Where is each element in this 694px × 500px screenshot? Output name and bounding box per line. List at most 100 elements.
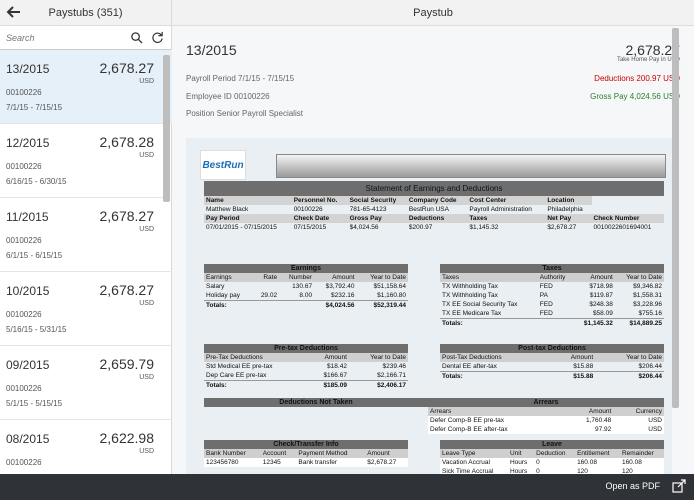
taxes-cell: TX Withholding Tax bbox=[442, 292, 498, 299]
taxes-cell: FED bbox=[539, 301, 553, 308]
item-employee-id: 00100226 bbox=[6, 458, 42, 467]
detail-body: 13/2015 2,678.27 Take Home Pay in USD Pa… bbox=[172, 26, 694, 474]
paystub-list-item[interactable]: 12/2015 2,678.28 USD 00100226 6/16/15 - 6/30… bbox=[0, 124, 172, 198]
statement-cell: Pay Period bbox=[204, 214, 292, 223]
item-amount: 2,659.79 bbox=[99, 356, 155, 372]
position: Position Senior Payroll Specialist bbox=[186, 109, 303, 118]
earnings-total-cell bbox=[279, 300, 315, 310]
earnings-total-cell: $52,319.44 bbox=[356, 300, 408, 310]
item-amount: 2,678.27 bbox=[99, 60, 155, 76]
employee-id: Employee ID 00100226 bbox=[186, 92, 270, 101]
item-period: 6/1/15 - 6/15/15 bbox=[6, 251, 63, 260]
earnings-cell: Salary bbox=[206, 283, 225, 290]
detail-title: Paystub bbox=[413, 6, 453, 19]
check-cell: Bank transfer bbox=[298, 459, 338, 466]
pretax-total-cell: $185.09 bbox=[308, 380, 349, 390]
paystub-list-item[interactable]: 10/2015 2,678.27 USD 00100226 5/16/15 - 5/31… bbox=[0, 272, 172, 346]
pretax-column-header: Amount bbox=[308, 353, 349, 362]
list-scrollbar[interactable] bbox=[163, 55, 170, 202]
statement-cell: 0010022601694001 bbox=[593, 224, 652, 231]
paystub-list: 13/2015 2,678.27 USD 00100226 7/1/15 - 7/15/… bbox=[0, 50, 172, 474]
arrears-column-header: Currency bbox=[613, 407, 664, 416]
statement-cell: 07/15/2015 bbox=[293, 224, 327, 231]
item-currency: USD bbox=[139, 374, 154, 381]
detail-scrollbar[interactable] bbox=[672, 28, 679, 408]
taxes-cell: PA bbox=[539, 292, 548, 299]
posttax-row: Dental EE after-tax $15.88 $206.44 bbox=[440, 362, 664, 372]
taxes-column-header: Authority bbox=[537, 273, 575, 282]
posttax-total-cell: Totals: bbox=[440, 371, 550, 381]
notaken-block: Deductions Not Taken bbox=[204, 398, 428, 407]
item-amount: 2,678.27 bbox=[99, 282, 155, 298]
statement-cell: 00100226 bbox=[293, 206, 323, 213]
take-home-label: Take Home Pay in USD bbox=[616, 57, 680, 63]
statement-cell: Location bbox=[545, 196, 592, 205]
item-currency: USD bbox=[139, 78, 154, 85]
earnings-cell: 29.02 bbox=[260, 292, 278, 299]
leave-row: Sick Time Accrual Hours 0 120 120 bbox=[440, 467, 664, 474]
statement-cell: $1,145.32 bbox=[469, 224, 499, 231]
earnings-cell: $1,160.80 bbox=[377, 292, 406, 299]
pretax-cell: Dep Care EE pre-tax bbox=[206, 372, 267, 379]
pretax-totals-row: Totals: $185.09 $2,406.17 bbox=[204, 380, 408, 390]
share-icon[interactable] bbox=[672, 479, 686, 493]
taxes-cell: $9,346.82 bbox=[633, 283, 662, 290]
leave-cell: Hours bbox=[509, 468, 528, 474]
check-column-header: Bank Number bbox=[204, 449, 261, 458]
taxes-cell: $718.98 bbox=[589, 283, 613, 290]
item-date: 11/2015 bbox=[6, 210, 49, 224]
paystub-list-item[interactable]: 09/2015 2,659.79 USD 00100226 5/1/15 - 5/15/… bbox=[0, 346, 172, 420]
pretax-cell: $239.46 bbox=[382, 363, 407, 370]
arrears-row: Defer Comp-B EE pre-tax 1,760.48 USD bbox=[428, 416, 664, 425]
payroll-period: Payroll Period 7/1/15 - 7/15/15 bbox=[186, 74, 295, 83]
open-as-pdf-button[interactable]: Open as PDF bbox=[605, 481, 660, 491]
list-title: Paystubs (351) bbox=[48, 6, 123, 19]
search-input[interactable] bbox=[6, 32, 124, 43]
leave-cell: Hours bbox=[509, 459, 528, 466]
leave-title: Leave bbox=[440, 440, 664, 449]
list-header: Paystubs (351) bbox=[0, 0, 171, 26]
taxes-cell: $58.09 bbox=[592, 310, 613, 317]
arrears-cell: 97.92 bbox=[594, 426, 612, 433]
posttax-block: Post-tax Deductions Post-Tax Deductions Am… bbox=[440, 344, 664, 381]
earnings-column-header: Earnings bbox=[204, 273, 253, 282]
statement-title: Statement of Earnings and Deductions bbox=[204, 181, 664, 196]
paystub-detail-panel: Paystub 13/2015 2,678.27 Take Home Pay i… bbox=[172, 0, 694, 500]
leave-column-header: Entitlement bbox=[575, 449, 620, 458]
check-column-header: Account bbox=[260, 449, 297, 458]
pretax-row: Std Medical EE pre-tax $18.42 $239.46 bbox=[204, 362, 408, 371]
leave-cell: 160.08 bbox=[621, 459, 642, 466]
statement-cell: $4,024.56 bbox=[349, 224, 379, 231]
arrears-row: Defer Comp-B EE after-tax 97.92 USD bbox=[428, 425, 664, 434]
gross-pay: Gross Pay 4,024.56 USD bbox=[590, 92, 680, 101]
paystub-list-item[interactable]: 11/2015 2,678.27 USD 00100226 6/1/15 - 6/15/… bbox=[0, 198, 172, 272]
posttax-column-header: Year to Date bbox=[595, 353, 664, 362]
refresh-icon[interactable] bbox=[151, 31, 164, 44]
statement-cell: Gross Pay bbox=[347, 214, 407, 223]
statement-cell: 07/01/2015 - 07/15/2015 bbox=[206, 224, 277, 231]
check-block: Check/Transfer Info Bank Number Account Pay… bbox=[204, 440, 408, 467]
back-arrow-icon[interactable] bbox=[6, 4, 22, 20]
arrears-block: Arrears Arrears Amount Currency Defer Comp-B… bbox=[428, 398, 664, 434]
item-employee-id: 00100226 bbox=[6, 162, 42, 171]
notaken-title: Deductions Not Taken bbox=[204, 398, 428, 407]
deductions-total: Deductions 200.97 USD bbox=[594, 74, 680, 83]
item-period: 5/16/15 - 5/31/15 bbox=[6, 325, 67, 334]
item-employee-id: 00100226 bbox=[6, 88, 42, 97]
item-date: 13/2015 bbox=[6, 62, 50, 76]
leave-cell: 0 bbox=[536, 468, 540, 474]
earnings-title: Earnings bbox=[204, 264, 408, 273]
paystub-list-item[interactable]: 13/2015 2,678.27 USD 00100226 7/1/15 - 7/15/… bbox=[0, 50, 172, 124]
arrears-cell: Defer Comp-B EE pre-tax bbox=[430, 417, 505, 424]
statement-cell: Cost Center bbox=[467, 196, 546, 205]
earnings-column-header: Rate bbox=[252, 273, 280, 282]
taxes-row: TX Withholding Tax PA $119.87 $1,558.31 bbox=[440, 291, 664, 300]
leave-cell: 120 bbox=[577, 468, 588, 474]
taxes-cell: TX Withholding Tax bbox=[442, 283, 498, 290]
posttax-column-header: Post-Tax Deductions bbox=[440, 353, 550, 362]
taxes-cell: $1,558.31 bbox=[633, 292, 662, 299]
paystub-list-item[interactable]: 08/20152,622.98USD001002264/16/15 - 4/30… bbox=[0, 420, 172, 474]
leave-column-header: Deduction bbox=[534, 449, 576, 458]
statement-cell: Matthew Black bbox=[206, 206, 249, 213]
search-icon[interactable] bbox=[130, 31, 143, 44]
